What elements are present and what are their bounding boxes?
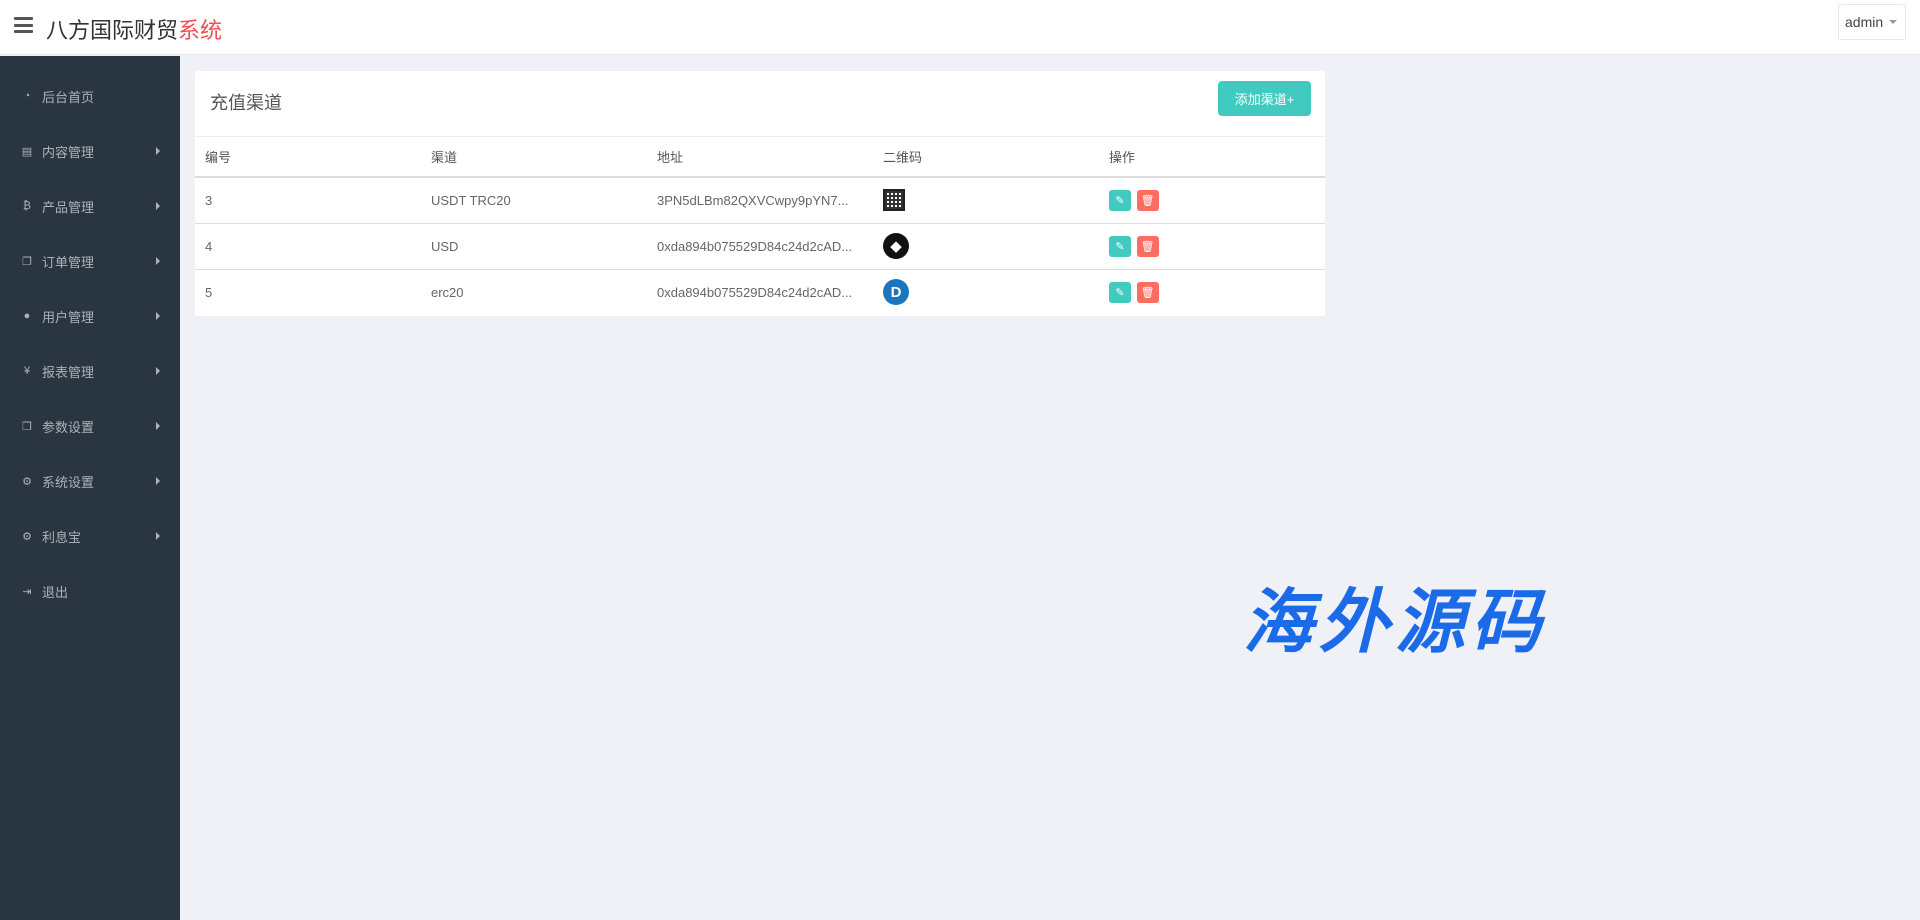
cogs-icon: ⚙ [22, 475, 32, 488]
dash-icon[interactable]: D [883, 279, 909, 306]
pencil-icon: ✎ [1115, 194, 1125, 207]
sidebar-item-dashboard[interactable]: ◔ 后台首页 [0, 76, 180, 116]
menu-toggle-icon[interactable] [14, 17, 33, 33]
caret-right-icon [156, 147, 160, 155]
header-qrcode: 二维码 [873, 137, 1099, 178]
trash-icon: 🗑 [1140, 286, 1155, 299]
cell-address: 0xda894b075529D84c24d2cAD... [647, 268, 873, 315]
delete-button[interactable]: 🗑 [1136, 189, 1159, 211]
cell-channel: erc20 [421, 268, 647, 315]
caret-right-icon [156, 422, 160, 430]
brand-accent: 系统 [178, 18, 223, 43]
caret-right-icon [156, 477, 160, 485]
cell-qrcode: ◆ [873, 222, 1099, 269]
cell-actions: ✎ 🗑 [1099, 222, 1325, 269]
delete-button[interactable]: 🗑 [1136, 235, 1159, 257]
cogs-icon: ⚙ [22, 530, 32, 543]
header-actions: 操作 [1099, 137, 1325, 178]
cell-id: 5 [195, 268, 421, 315]
header-address: 地址 [647, 137, 873, 178]
delete-button[interactable]: 🗑 [1136, 281, 1159, 303]
table-row: 4 USD 0xda894b075529D84c24d2cAD... ◆ ✎ 🗑 [195, 222, 1325, 269]
cell-qrcode [873, 176, 1099, 223]
user-icon: ● [23, 310, 31, 322]
cell-channel: USDT TRC20 [421, 176, 647, 223]
caret-right-icon [156, 202, 160, 210]
sidebar-item-orders[interactable]: ❐ 订单管理 [0, 241, 180, 281]
sidebar-item-reports[interactable]: ¥ 报表管理 [0, 351, 180, 391]
sidebar-item-label: 退出 [42, 584, 69, 600]
sidebar-item-content[interactable]: ▤ 内容管理 [0, 131, 180, 171]
sidebar-item-label: 利息宝 [42, 529, 82, 545]
header-channel: 渠道 [421, 137, 647, 178]
add-channel-button[interactable]: 添加渠道+ [1218, 81, 1311, 116]
cell-address: 0xda894b075529D84c24d2cAD... [647, 222, 873, 269]
edit-button[interactable]: ✎ [1109, 189, 1131, 211]
cell-address: 3PN5dLBm82QXVCwpy9pYN7... [647, 176, 873, 223]
caret-right-icon [156, 532, 160, 540]
sidebar-item-params[interactable]: ❐ 参数设置 [0, 406, 180, 446]
sidebar-item-logout[interactable]: ⇥ 退出 [0, 571, 180, 611]
cell-actions: ✎ 🗑 [1099, 176, 1325, 223]
page-title: 充值渠道 [210, 93, 282, 113]
caret-right-icon [156, 257, 160, 265]
caret-right-icon [156, 312, 160, 320]
sidebar-item-label: 产品管理 [42, 199, 95, 215]
pencil-icon: ✎ [1115, 240, 1125, 253]
sidebar-item-label: 参数设置 [42, 419, 95, 435]
user-dropdown[interactable]: admin [1838, 4, 1906, 40]
header-id: 编号 [195, 137, 421, 178]
edit-button[interactable]: ✎ [1109, 235, 1131, 257]
sidebar-item-label: 订单管理 [42, 254, 95, 270]
book-icon: ▤ [21, 145, 33, 158]
trash-icon: 🗑 [1140, 194, 1155, 207]
brand-main: 八方国际财贸 [46, 18, 179, 43]
ethereum-icon[interactable]: ◆ [883, 233, 909, 259]
sidebar-item-label: 用户管理 [42, 309, 95, 325]
sidebar-item-interest[interactable]: ⚙ 利息宝 [0, 516, 180, 556]
cell-id: 4 [195, 222, 421, 269]
table-row: 3 USDT TRC20 3PN5dLBm82QXVCwpy9pYN7... ✎… [195, 176, 1325, 223]
sign-out-icon: ⇥ [22, 585, 32, 598]
copy-icon: ❐ [22, 255, 32, 268]
sidebar-item-label: 内容管理 [42, 144, 95, 160]
dashboard-icon: ◔ [23, 90, 31, 102]
cell-channel: USD [421, 222, 647, 269]
table-header-row: 编号 渠道 地址 二维码 操作 [195, 137, 1325, 178]
qr-code-icon[interactable] [883, 189, 905, 212]
recharge-channel-panel: 充值渠道 添加渠道+ 编号 渠道 地址 二维码 操作 3 USDT TRC20 … [195, 71, 1325, 316]
table-row: 5 erc20 0xda894b075529D84c24d2cAD... D ✎… [195, 268, 1325, 315]
sidebar-item-label: 系统设置 [42, 474, 95, 490]
edit-button[interactable]: ✎ [1109, 281, 1131, 303]
sidebar-item-label: 后台首页 [42, 89, 95, 105]
sidebar-item-system[interactable]: ⚙ 系统设置 [0, 461, 180, 501]
cell-actions: ✎ 🗑 [1099, 268, 1325, 315]
sidebar-item-products[interactable]: ₿ 产品管理 [0, 186, 180, 226]
sidebar: ◔ 后台首页 ▤ 内容管理 ₿ 产品管理 ❐ 订单管理 ● 用户管理 ¥ 报表管… [0, 56, 180, 920]
cell-qrcode: D [873, 268, 1099, 315]
brand-title: 八方国际财贸系统 [46, 13, 222, 45]
top-header: 八方国际财贸系统 admin [0, 0, 1920, 55]
watermark: 海外源码 [1243, 580, 1547, 663]
yen-icon: ¥ [23, 365, 31, 377]
cell-id: 3 [195, 176, 421, 223]
caret-down-icon [1889, 20, 1898, 24]
trash-icon: 🗑 [1140, 240, 1155, 253]
channel-table: 编号 渠道 地址 二维码 操作 3 USDT TRC20 3PN5dLBm82Q… [195, 137, 1325, 315]
sidebar-item-users[interactable]: ● 用户管理 [0, 296, 180, 336]
user-name: admin [1845, 14, 1884, 30]
copy-icon: ❐ [22, 420, 32, 433]
pencil-icon: ✎ [1115, 286, 1125, 299]
sidebar-item-label: 报表管理 [42, 364, 95, 380]
bitcoin-icon: ₿ [22, 200, 32, 212]
caret-right-icon [156, 367, 160, 375]
